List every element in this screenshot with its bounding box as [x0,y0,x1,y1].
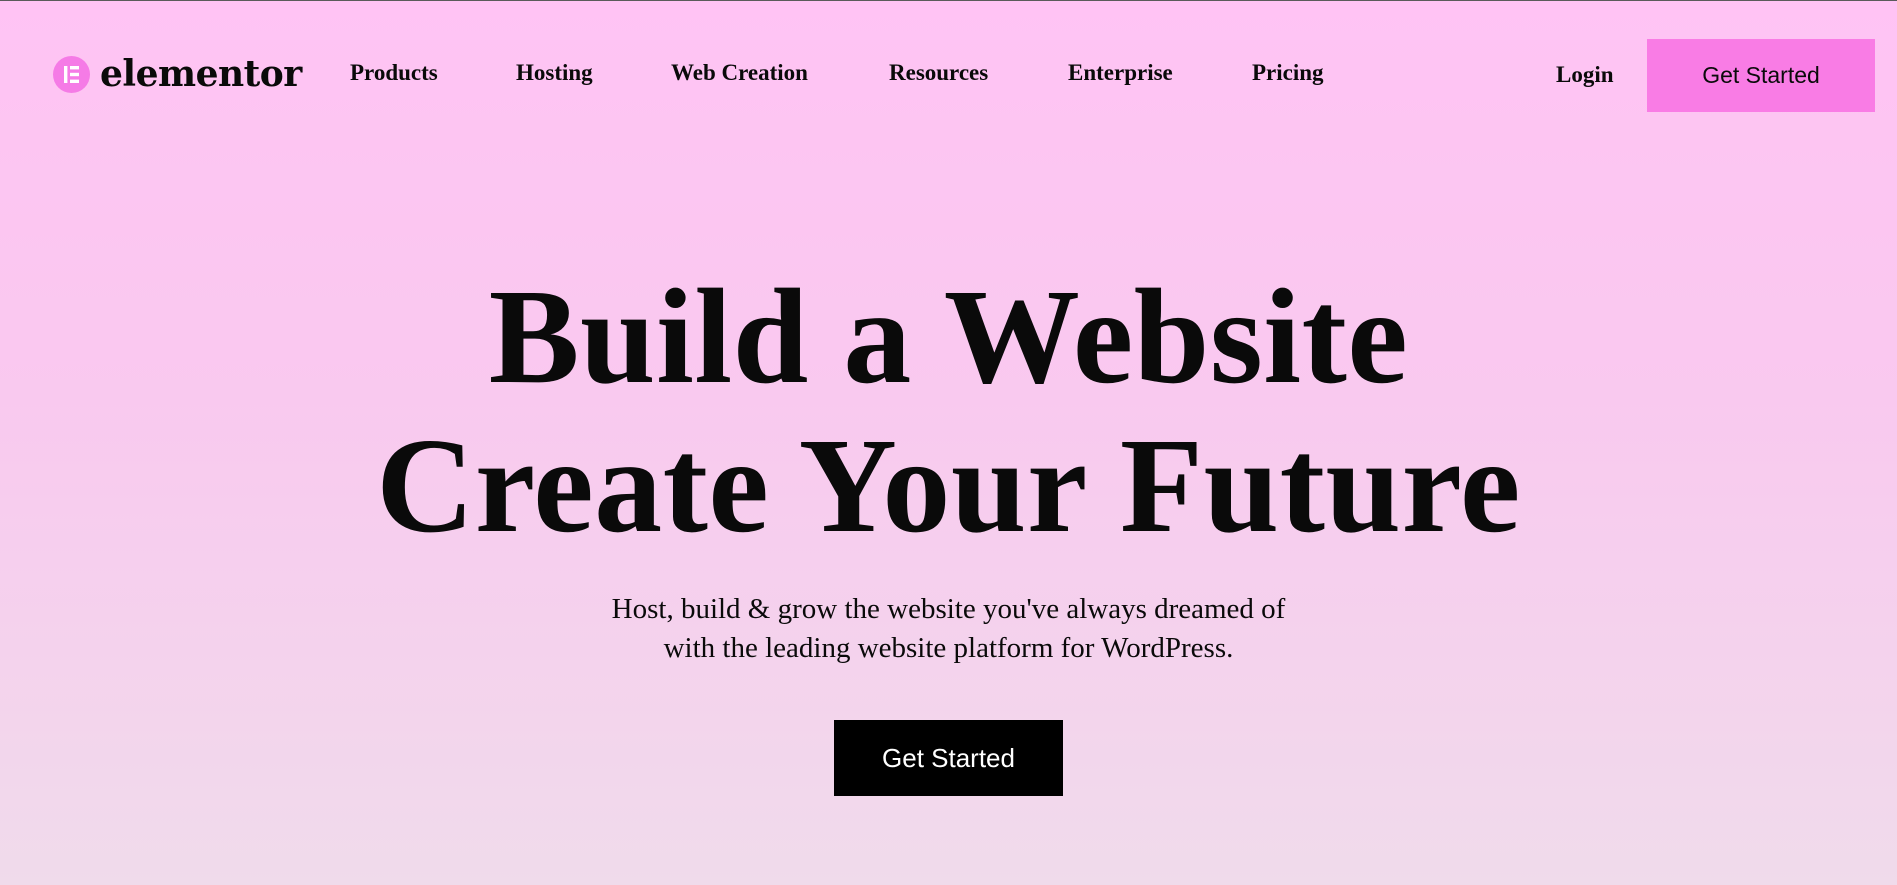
nav-item-products[interactable]: Products [350,58,438,88]
nav-item-resources[interactable]: Resources [889,58,988,88]
hero-title-line-1: Build a Website [488,262,1409,412]
hero-get-started-button[interactable]: Get Started [834,720,1063,796]
hero-subtitle-line-2: with the leading website platform for Wo… [663,632,1234,664]
hero-subtitle-line-1: Host, build & grow the website you've al… [611,593,1286,625]
header-get-started-button[interactable]: Get Started [1647,39,1875,112]
elementor-logo-icon [53,55,90,93]
nav-item-enterprise[interactable]: Enterprise [1068,58,1173,88]
nav-item-pricing[interactable]: Pricing [1252,58,1324,88]
top-border [0,0,1897,1]
login-link[interactable]: Login [1556,60,1614,90]
site-logo[interactable]: elementor [53,54,302,94]
logo-wordmark: elementor [100,53,302,95]
hero-title-line-2: Create Your Future [376,411,1521,561]
nav-item-hosting[interactable]: Hosting [516,58,593,88]
nav-item-web-creation[interactable]: Web Creation [671,58,808,88]
